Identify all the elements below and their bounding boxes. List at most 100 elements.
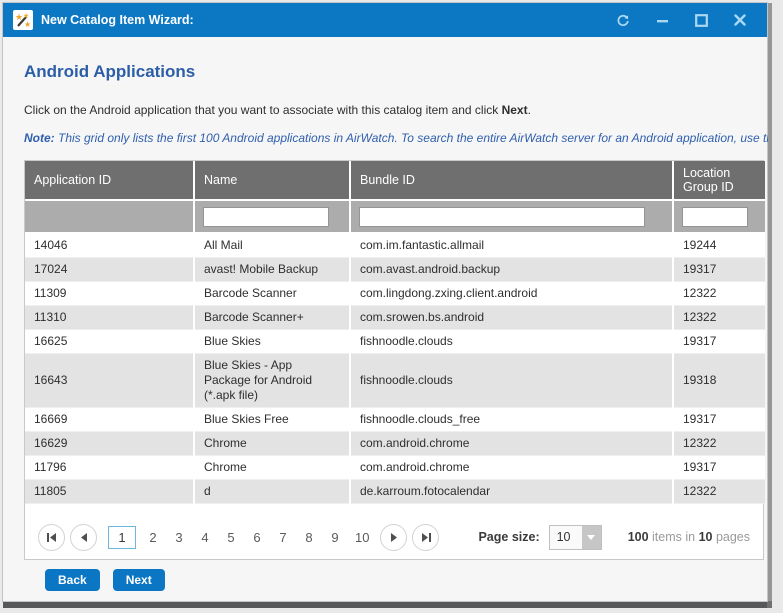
table-row[interactable]: 11805dde.karroum.fotocalendar12322: [25, 480, 765, 504]
column-header-bundle-id[interactable]: Bundle ID: [350, 161, 673, 200]
note-body: This grid only lists the first 100 Andro…: [55, 131, 768, 145]
grid-body: 14046All Mailcom.im.fantastic.allmail192…: [25, 233, 765, 504]
page-number-3[interactable]: 3: [169, 527, 189, 548]
table-row[interactable]: 11310Barcode Scanner+com.srowen.bs.andro…: [25, 306, 765, 330]
svg-text:★: ★: [23, 12, 29, 20]
table-row[interactable]: 16643Blue Skies - App Package for Androi…: [25, 354, 765, 408]
table-cell: com.android.chrome: [350, 456, 673, 480]
table-cell: fishnoodle.clouds: [350, 354, 673, 408]
table-cell: 11805: [25, 480, 194, 504]
pages-text: pages: [712, 530, 750, 544]
items-text: items in: [649, 530, 699, 544]
page-number-1[interactable]: 1: [108, 526, 136, 549]
table-row[interactable]: 16669Blue Skies Freefishnoodle.clouds_fr…: [25, 408, 765, 432]
last-page-button[interactable]: [412, 524, 439, 551]
table-row[interactable]: 17024avast! Mobile Backupcom.avast.andro…: [25, 258, 765, 282]
table-cell: All Mail: [194, 233, 350, 258]
table-cell: Barcode Scanner+: [194, 306, 350, 330]
refresh-icon[interactable]: [616, 13, 630, 27]
table-cell: fishnoodle.clouds_free: [350, 408, 673, 432]
page-number-9[interactable]: 9: [325, 527, 345, 548]
instruction-prefix: Click on the Android application that yo…: [24, 103, 502, 117]
page-size-control: Page size: 10: [478, 525, 601, 550]
page-number-10[interactable]: 10: [351, 527, 373, 548]
minimize-icon[interactable]: [655, 13, 669, 27]
filter-cell-application-id: [25, 200, 194, 233]
filter-cell-name: [194, 200, 350, 233]
table-row[interactable]: 16629Chromecom.android.chrome12322: [25, 432, 765, 456]
table-cell: Blue Skies Free: [194, 408, 350, 432]
close-icon[interactable]: [733, 13, 747, 27]
table-cell: 16643: [25, 354, 194, 408]
page-numbers: 123456789 10: [104, 526, 376, 549]
items-summary: 100 items in 10 pages: [628, 530, 750, 544]
table-cell: 19317: [673, 258, 765, 282]
previous-page-button[interactable]: [70, 524, 97, 551]
maximize-icon[interactable]: [694, 13, 708, 27]
bundle-id-filter-input[interactable]: [359, 207, 645, 227]
table-cell: com.srowen.bs.android: [350, 306, 673, 330]
table-cell: 19317: [673, 456, 765, 480]
next-button[interactable]: Next: [113, 569, 165, 591]
table-cell: avast! Mobile Backup: [194, 258, 350, 282]
table-cell: 19244: [673, 233, 765, 258]
first-page-button[interactable]: [38, 524, 65, 551]
table-cell: 12322: [673, 306, 765, 330]
page-number-2[interactable]: 2: [143, 527, 163, 548]
table-cell: de.karroum.fotocalendar: [350, 480, 673, 504]
table-cell: 16669: [25, 408, 194, 432]
page-number-4[interactable]: 4: [195, 527, 215, 548]
title-bar: ★ ★ ★ New Catalog Item Wizard:: [3, 3, 767, 37]
instruction-next-keyword: Next: [502, 103, 528, 117]
page-size-value: 10: [550, 526, 582, 549]
table-cell: Barcode Scanner: [194, 282, 350, 306]
instruction-text: Click on the Android application that yo…: [24, 103, 746, 117]
table-cell: 12322: [673, 432, 765, 456]
table-cell: Blue Skies - App Package for Android (*.…: [194, 354, 350, 408]
page-size-dropdown-button[interactable]: [582, 526, 601, 549]
column-header-application-id[interactable]: Application ID: [25, 161, 194, 200]
next-page-button[interactable]: [380, 524, 407, 551]
location-group-id-filter-input[interactable]: [682, 207, 748, 227]
chevron-down-icon: [587, 535, 595, 540]
wizard-content: Android Applications Click on the Androi…: [3, 62, 767, 591]
name-filter-input[interactable]: [203, 207, 329, 227]
table-row[interactable]: 14046All Mailcom.im.fantastic.allmail192…: [25, 233, 765, 258]
page-number-8[interactable]: 8: [299, 527, 319, 548]
page-number-6[interactable]: 6: [247, 527, 267, 548]
page-number-5[interactable]: 5: [221, 527, 241, 548]
table-cell: Chrome: [194, 456, 350, 480]
table-cell: 19317: [673, 330, 765, 354]
table-row[interactable]: 11309Barcode Scannercom.lingdong.zxing.c…: [25, 282, 765, 306]
page-size-dropdown[interactable]: 10: [549, 525, 602, 550]
column-header-name[interactable]: Name: [194, 161, 350, 200]
page-title: Android Applications: [24, 62, 746, 82]
table-cell: com.android.chrome: [350, 432, 673, 456]
table-cell: 14046: [25, 233, 194, 258]
table-row[interactable]: 16625Blue Skiesfishnoodle.clouds19317: [25, 330, 765, 354]
pages-count: 10: [699, 530, 713, 544]
table-row[interactable]: 11796Chromecom.android.chrome19317: [25, 456, 765, 480]
table-cell: Chrome: [194, 432, 350, 456]
note-text: Note: This grid only lists the first 100…: [24, 131, 768, 145]
page-size-label: Page size:: [478, 530, 539, 544]
page-number-7[interactable]: 7: [273, 527, 293, 548]
table-cell: com.lingdong.zxing.client.android: [350, 282, 673, 306]
instruction-suffix: .: [528, 103, 531, 117]
table-cell: 19318: [673, 354, 765, 408]
filter-cell-bundle-id: [350, 200, 673, 233]
table-cell: d: [194, 480, 350, 504]
svg-text:★: ★: [24, 20, 31, 29]
wizard-dialog: ★ ★ ★ New Catalog Item Wizard:: [2, 2, 768, 602]
applications-grid: Application ID Name Bundle ID Location G…: [24, 160, 764, 560]
table-cell: fishnoodle.clouds: [350, 330, 673, 354]
svg-text:★: ★: [15, 12, 23, 22]
column-header-location-group-id[interactable]: Location Group ID: [673, 161, 765, 200]
table-cell: 17024: [25, 258, 194, 282]
grid-header-row: Application ID Name Bundle ID Location G…: [25, 161, 765, 200]
window-controls: [616, 13, 757, 27]
table-cell: 11309: [25, 282, 194, 306]
pager-bar: 123456789 10 Page size: 10 100 items in 1…: [25, 515, 763, 559]
items-count: 100: [628, 530, 649, 544]
back-button[interactable]: Back: [45, 569, 100, 591]
